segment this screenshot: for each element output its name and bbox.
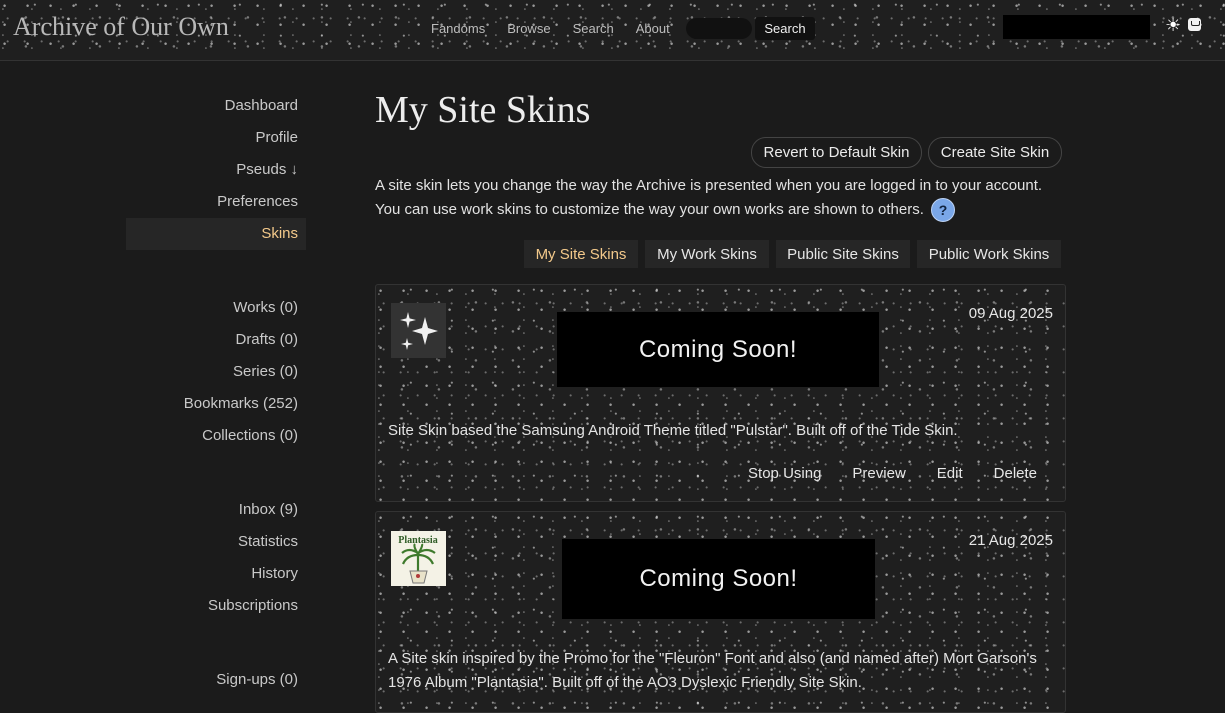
sidebar-item-series[interactable]: Series (0)	[126, 356, 306, 388]
tab-my-work-skins[interactable]: My Work Skins	[645, 240, 769, 268]
sidebar-item-statistics[interactable]: Statistics	[126, 526, 306, 558]
skin-actions: Stop Using Preview Edit Delete	[748, 465, 1037, 482]
create-site-skin-button[interactable]: Create Site Skin	[928, 137, 1062, 168]
tab-public-work-skins[interactable]: Public Work Skins	[917, 240, 1061, 268]
cover-title: Plantasia	[398, 535, 437, 546]
sidebar-item-drafts[interactable]: Drafts (0)	[126, 324, 306, 356]
sidebar-item-pseuds[interactable]: Pseuds ↓	[126, 154, 306, 186]
skin-description: Site Skin based the Samsung Android Them…	[388, 422, 958, 439]
sidebar-item-signups[interactable]: Sign-ups (0)	[126, 664, 306, 696]
nav-fandoms[interactable]: Fandoms	[431, 21, 485, 36]
site-logo[interactable]: Archive of Our Own	[13, 12, 229, 42]
skin-preview[interactable]: Coming Soon!	[562, 539, 875, 619]
nav-browse[interactable]: Browse	[507, 21, 550, 36]
sidebar-item-dashboard[interactable]: Dashboard	[126, 90, 306, 122]
intro-line-1: A site skin lets you change the way the …	[375, 177, 1043, 194]
sparkles-icon	[391, 303, 446, 358]
skin-preview[interactable]: Coming Soon!	[557, 312, 879, 387]
edit-button[interactable]: Edit	[937, 465, 963, 482]
sidebar-item-profile[interactable]: Profile	[126, 122, 306, 154]
delete-button[interactable]: Delete	[994, 465, 1037, 482]
sidebar-item-works[interactable]: Works (0)	[126, 292, 306, 324]
sidebar-item-subscriptions[interactable]: Subscriptions	[126, 590, 306, 622]
sidebar-item-history[interactable]: History	[126, 558, 306, 590]
sidebar-item-inbox[interactable]: Inbox (9)	[126, 494, 306, 526]
intro-text: A site skin lets you change the way the …	[375, 174, 1065, 223]
stop-using-button[interactable]: Stop Using	[748, 465, 821, 482]
preview-button[interactable]: Preview	[852, 465, 905, 482]
skin-date: 21 Aug 2025	[968, 532, 1053, 549]
tab-my-site-skins[interactable]: My Site Skins	[524, 240, 638, 268]
sidebar-item-bookmarks[interactable]: Bookmarks (252)	[126, 388, 306, 420]
search-input[interactable]	[686, 18, 752, 39]
plantasia-cover-art: Plantasia	[391, 531, 446, 586]
message-icon[interactable]	[1188, 18, 1201, 31]
primary-nav: Fandoms Browse Search About	[431, 21, 670, 36]
sidebar-item-preferences[interactable]: Preferences	[126, 186, 306, 218]
skin-card: Coming Soon! 09 Aug 2025 Site Skin based…	[375, 284, 1066, 502]
skin-description: A Site skin inspired by the Promo for th…	[388, 650, 1037, 691]
album-cover-icon: Plantasia	[391, 531, 446, 586]
dashboard-sidebar: Dashboard Profile Pseuds ↓ Preferences S…	[126, 90, 306, 696]
revert-default-skin-button[interactable]: Revert to Default Skin	[751, 137, 922, 168]
sidebar-item-collections[interactable]: Collections (0)	[126, 420, 306, 452]
skin-date: 09 Aug 2025	[968, 305, 1053, 322]
skin-card: Plantasia Coming Soon! 21 Aug 2025 A Sit…	[375, 511, 1066, 713]
site-header: Archive of Our Own Fandoms Browse Search…	[0, 0, 1225, 61]
search-button[interactable]: Search	[755, 17, 815, 40]
nav-about[interactable]: About	[636, 21, 670, 36]
user-greeting-box[interactable]	[1003, 15, 1150, 39]
sun-icon[interactable]: ☀	[1165, 16, 1183, 34]
page-title: My Site Skins	[375, 89, 591, 131]
help-icon[interactable]: ?	[931, 198, 956, 223]
tab-public-site-skins[interactable]: Public Site Skins	[776, 240, 910, 268]
nav-search[interactable]: Search	[573, 21, 614, 36]
sidebar-item-skins[interactable]: Skins	[126, 218, 306, 250]
intro-line-2: You can use work skins to customize the …	[375, 198, 1065, 223]
